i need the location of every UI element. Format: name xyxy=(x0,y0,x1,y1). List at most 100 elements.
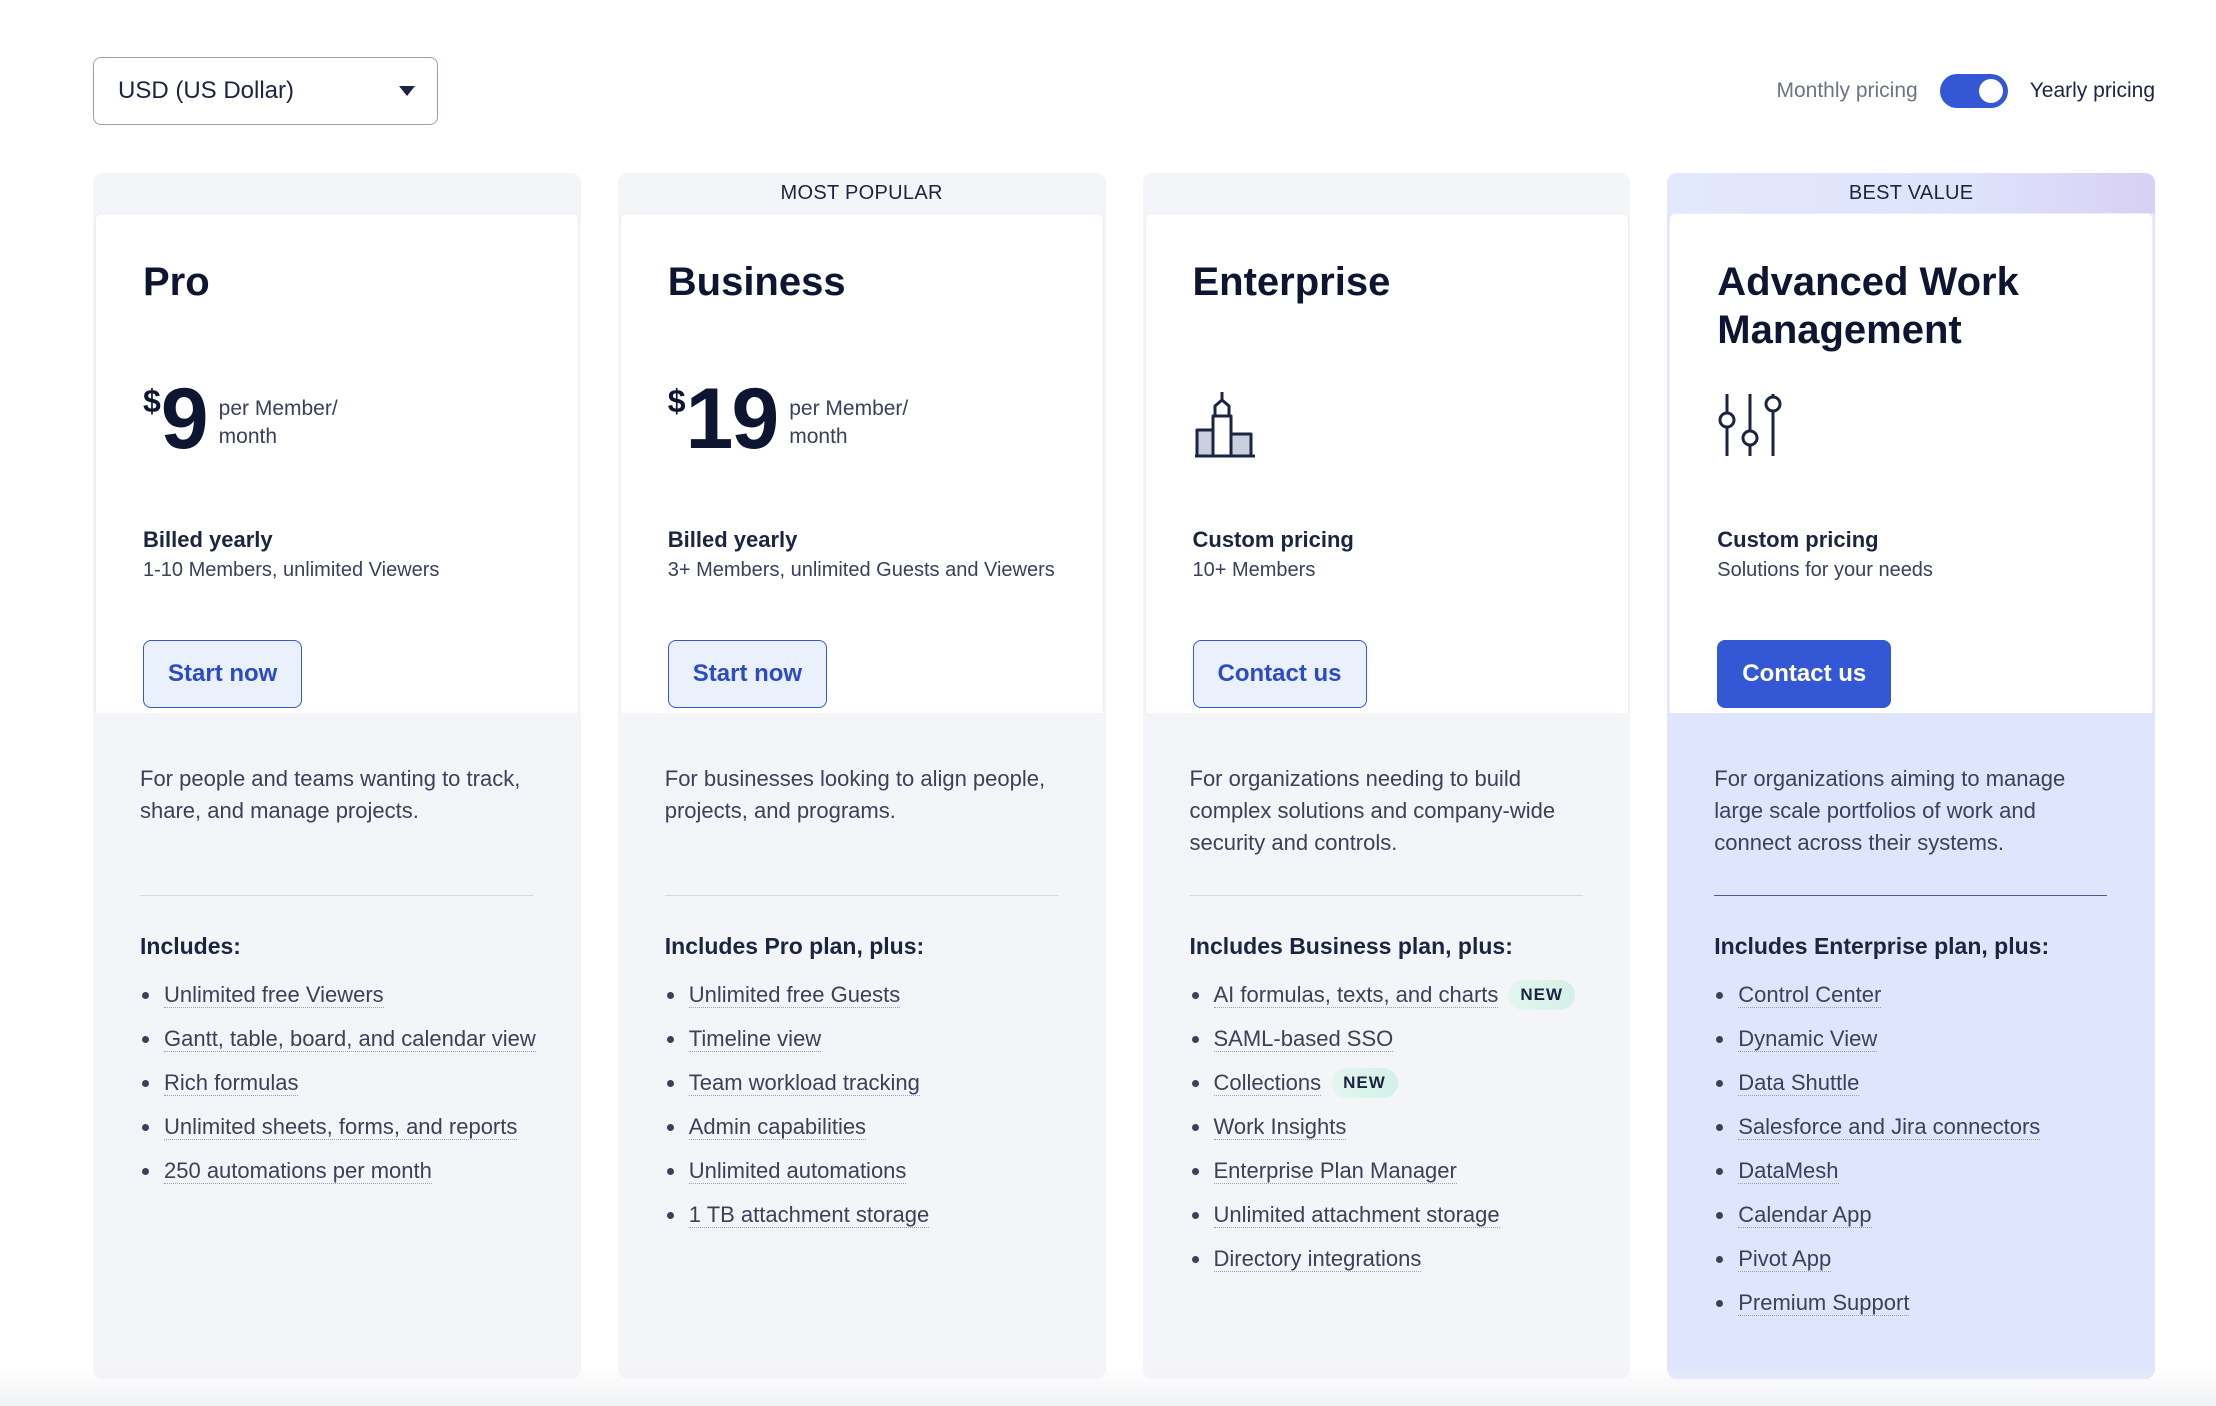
currency-select[interactable]: USD (US Dollar) xyxy=(93,57,438,125)
start-now-button[interactable]: Start now xyxy=(143,640,303,708)
bullet-icon xyxy=(1191,992,1199,999)
plan-header: Enterprise Custom pricing 10+ Members Co… xyxy=(1144,213,1629,713)
feature-text[interactable]: Premium Support xyxy=(1738,1290,1910,1316)
building-icon xyxy=(1194,392,1255,458)
feature-text[interactable]: Unlimited free Guests xyxy=(688,982,901,1008)
billing-period-switch[interactable] xyxy=(1939,74,2008,108)
divider xyxy=(1189,895,1583,896)
includes-title: Includes Business plan, plus: xyxy=(1189,933,1513,959)
bullet-icon xyxy=(142,1124,149,1131)
feature-item: Unlimited free Guests xyxy=(665,979,1075,1011)
plan-card-advanced-work-management: BEST VALUE Advanced Work Management Cust… xyxy=(1667,173,2155,1379)
feature-item: Salesforce and Jira connectors xyxy=(1714,1111,2124,1143)
feature-item: Enterprise Plan Manager xyxy=(1190,1155,1600,1187)
feature-text[interactable]: Directory integrations xyxy=(1213,1246,1422,1272)
bullet-icon xyxy=(142,1168,149,1175)
price-unit: per Member/ month xyxy=(789,397,909,448)
feature-item: Collections NEW xyxy=(1190,1067,1600,1099)
billing-subtext: 1-10 Members, unlimited Viewers xyxy=(143,559,440,581)
plan-card-business: MOST POPULAR Business $ 19 per Member/ m… xyxy=(617,173,1106,1379)
feature-item: Rich formulas xyxy=(140,1067,550,1099)
feature-text[interactable]: 1 TB attachment storage xyxy=(688,1202,930,1228)
feature-text[interactable]: Unlimited attachment storage xyxy=(1213,1202,1500,1228)
plan-header: Pro $ 9 per Member/ month Billed yearly … xyxy=(95,213,579,713)
feature-item: Calendar App xyxy=(1714,1199,2124,1231)
feature-text[interactable]: DataMesh xyxy=(1738,1158,1839,1184)
feature-text[interactable]: Unlimited free Viewers xyxy=(164,982,384,1008)
plan-cards: Pro $ 9 per Member/ month Billed yearly … xyxy=(93,173,2155,1379)
feature-item: Team workload tracking xyxy=(665,1067,1075,1099)
bottom-fade xyxy=(0,1366,2216,1406)
feature-text[interactable]: Calendar App xyxy=(1738,1202,1872,1228)
new-badge: NEW xyxy=(1331,1068,1398,1098)
feature-item: SAML-based SSO xyxy=(1190,1023,1600,1055)
bullet-icon xyxy=(1191,1080,1199,1087)
contact-us-button[interactable]: Contact us xyxy=(1192,640,1367,708)
bullet-icon xyxy=(142,1080,149,1087)
yearly-pricing-label[interactable]: Yearly pricing xyxy=(2030,79,2155,103)
monthly-pricing-label[interactable]: Monthly pricing xyxy=(1776,79,1917,103)
bullet-icon xyxy=(1716,1124,1724,1131)
billing-label: Custom pricing xyxy=(1717,527,1879,552)
plan-banner xyxy=(1142,173,1631,213)
feature-text[interactable]: Dynamic View xyxy=(1738,1026,1878,1052)
sliders-icon xyxy=(1718,394,1782,456)
bullet-icon xyxy=(1716,1080,1724,1087)
plan-price: $ 9 per Member/ month xyxy=(143,376,359,462)
contact-us-button[interactable]: Contact us xyxy=(1717,640,1892,708)
plan-banner: BEST VALUE xyxy=(1667,173,2155,213)
feature-item: Data Shuttle xyxy=(1714,1067,2124,1099)
plan-description: For organizations needing to build compl… xyxy=(1189,766,1556,855)
plan-card-pro: Pro $ 9 per Member/ month Billed yearly … xyxy=(93,173,581,1379)
divider xyxy=(1714,895,2108,896)
plan-name: Business xyxy=(667,260,846,304)
feature-text[interactable]: Rich formulas xyxy=(164,1070,299,1096)
feature-item: Gantt, table, board, and calendar view xyxy=(140,1023,550,1055)
feature-text[interactable]: SAML-based SSO xyxy=(1213,1026,1394,1052)
bullet-icon xyxy=(666,1212,674,1219)
feature-list: Control Center Dynamic View Data Shuttle Sa… xyxy=(1714,979,2124,1331)
bullet-icon xyxy=(1191,1124,1199,1131)
feature-text[interactable]: Timeline view xyxy=(688,1026,822,1052)
plan-card-enterprise: Enterprise Custom pricing 10+ Members Co… xyxy=(1142,173,1631,1379)
bullet-icon xyxy=(666,1036,674,1043)
feature-text[interactable]: Unlimited sheets, forms, and reports xyxy=(164,1114,518,1140)
bullet-icon xyxy=(666,1080,674,1087)
feature-text[interactable]: Admin capabilities xyxy=(688,1114,867,1140)
feature-text[interactable]: Work Insights xyxy=(1213,1114,1347,1140)
bullet-icon xyxy=(1716,1168,1724,1175)
includes-title: Includes Pro plan, plus: xyxy=(664,933,925,959)
billing-toggle: Monthly pricing Yearly pricing xyxy=(1776,71,2155,111)
currency-symbol: $ xyxy=(667,383,686,419)
feature-text[interactable]: Team workload tracking xyxy=(688,1070,920,1096)
feature-text[interactable]: 250 automations per month xyxy=(164,1158,432,1184)
billing-subtext: 10+ Members xyxy=(1192,559,1316,581)
price-amount: 19 xyxy=(685,371,780,467)
plan-price: $ 19 per Member/ month xyxy=(667,371,929,467)
feature-text[interactable]: Unlimited automations xyxy=(688,1158,907,1184)
plan-name: Advanced Work Management xyxy=(1717,260,2019,352)
feature-text[interactable]: Data Shuttle xyxy=(1738,1070,1860,1096)
start-now-button[interactable]: Start now xyxy=(667,640,828,708)
plan-name: Pro xyxy=(143,260,210,304)
bullet-icon xyxy=(1191,1168,1199,1175)
feature-text[interactable]: Control Center xyxy=(1738,982,1882,1008)
plan-header: Advanced Work Management Custom pricing … xyxy=(1669,213,2154,713)
feature-text[interactable]: Pivot App xyxy=(1738,1246,1832,1272)
plan-name: Enterprise xyxy=(1192,260,1391,304)
feature-text[interactable]: Collections xyxy=(1213,1070,1322,1096)
feature-item: Work Insights xyxy=(1190,1111,1600,1143)
bullet-icon xyxy=(1191,1256,1199,1263)
feature-item: Control Center xyxy=(1714,979,2124,1011)
bullet-icon xyxy=(1716,1300,1724,1307)
billing-subtext: 3+ Members, unlimited Guests and Viewers xyxy=(667,559,1055,581)
bullet-icon xyxy=(1716,1036,1724,1043)
billing-label: Custom pricing xyxy=(1192,527,1354,552)
feature-item: Unlimited automations xyxy=(665,1155,1075,1187)
feature-text[interactable]: Gantt, table, board, and calendar view xyxy=(164,1026,536,1052)
feature-item: 250 automations per month xyxy=(140,1155,550,1187)
feature-text[interactable]: AI formulas, texts, and charts xyxy=(1213,982,1499,1008)
feature-text[interactable]: Salesforce and Jira connectors xyxy=(1738,1114,2041,1140)
feature-item: Dynamic View xyxy=(1714,1023,2124,1055)
feature-text[interactable]: Enterprise Plan Manager xyxy=(1213,1158,1457,1184)
